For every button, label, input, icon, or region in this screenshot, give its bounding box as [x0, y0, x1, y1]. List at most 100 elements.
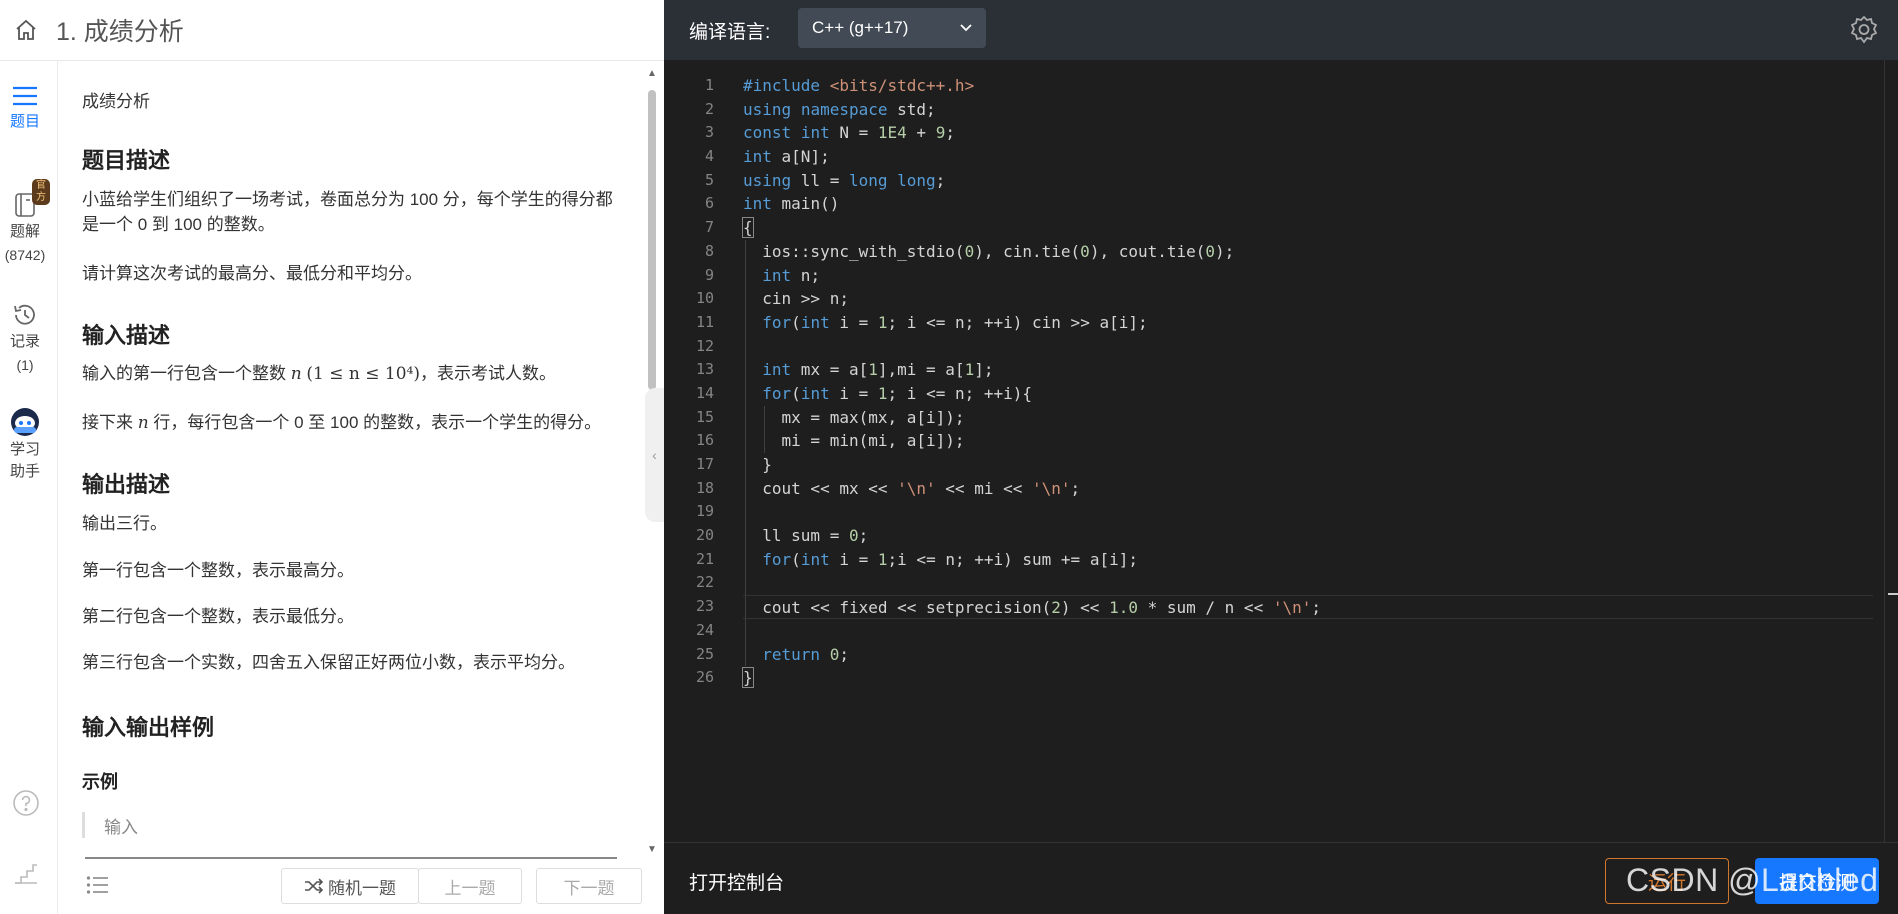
scroll-down-arrow[interactable]: ▼: [647, 844, 657, 855]
records-count: (1): [16, 357, 34, 373]
help-button[interactable]: [12, 789, 40, 822]
line-number: 20: [695, 526, 714, 545]
code-line: cout << mx << '\n' << mi << '\n';: [743, 476, 1873, 501]
line-number: 24: [695, 620, 714, 639]
line-number: 23: [695, 597, 714, 616]
line-number: 10: [695, 289, 714, 308]
line-number: 2: [704, 99, 714, 118]
line-number: 9: [704, 265, 714, 284]
line-number: 19: [695, 502, 714, 521]
chevron-down-icon: [960, 24, 972, 32]
official-badge: 官方: [32, 179, 50, 205]
code-line: #include <bits/stdc++.h>: [743, 76, 975, 95]
code-line: ios::sync_with_stdio(0), cin.tie(0), cou…: [743, 239, 1873, 264]
solution-count: (8742): [4, 247, 46, 263]
code-line: for(int i = 1; i <= n; ++i) cin >> a[i];: [743, 310, 1873, 335]
code-line: using namespace std;: [743, 99, 936, 119]
output-p4: 第三行包含一个实数，四舍五入保留正好两位小数，表示平均分。: [82, 653, 575, 672]
input-p2-after: 行，每行包含一个 0 至 100 的整数，表示一个学生的得分。: [148, 413, 602, 432]
settings-button[interactable]: [1848, 14, 1880, 51]
code-line: int mx = a[1],mi = a[1];: [743, 358, 1873, 382]
editor-cursor-marker: [1888, 593, 1898, 595]
code-line: return 0;: [743, 642, 1873, 667]
nav-item-assistant[interactable]: 学习 助手: [0, 407, 50, 481]
code-line: using ll = long long;: [743, 170, 946, 190]
code-line: ll sum = 0;: [743, 524, 1873, 548]
page-title: 1. 成绩分析: [56, 18, 184, 46]
language-label: 编译语言:: [689, 22, 771, 43]
random-problem-button[interactable]: 随机一题: [281, 868, 419, 904]
description-p1: 小蓝给学生们组织了一场考试，卷面总分为 100 分，每个学生的得分都是一个 0 …: [82, 190, 613, 234]
next-problem-button[interactable]: 下一题: [536, 868, 642, 904]
nav-item-problem[interactable]: 题目: [0, 83, 50, 131]
line-number: 15: [695, 407, 714, 426]
question-icon: [13, 790, 39, 816]
line-number: 11: [695, 312, 714, 331]
scroll-up-arrow[interactable]: ▲: [647, 68, 657, 79]
shuffle-icon: [305, 878, 324, 894]
nav-item-solution[interactable]: 官方 题解 (8742): [0, 179, 50, 263]
code-line: mi = min(mi, a[i]);: [743, 429, 1873, 453]
prev-problem-button[interactable]: 上一题: [418, 868, 522, 904]
side-nav: 题目 官方 题解 (8742) 记录 (1) 学习 助手: [0, 61, 58, 914]
output-p3: 第二行包含一个整数，表示最低分。: [82, 607, 354, 626]
example-heading: 示例: [82, 772, 118, 792]
line-number-gutter: 1 2 3 4 5 6 7 8 9 10 11 12 13 14 15 16 17 18 19 20 21 22 23 24 2…: [664, 74, 714, 690]
sample-input-label: 输入: [104, 818, 138, 837]
code-line: int n;: [743, 263, 1873, 288]
input-p1-var: n: [290, 364, 302, 384]
language-select[interactable]: C++ (g++17): [798, 8, 986, 48]
open-console-button[interactable]: 打开控制台: [689, 868, 784, 895]
scroll-thumb[interactable]: [648, 90, 656, 390]
line-number: 13: [695, 360, 714, 379]
collapse-panel-handle[interactable]: ‹: [645, 388, 664, 522]
input-p1-before: 输入的第一行包含一个整数: [82, 364, 291, 383]
next-problem-label: 下一题: [563, 878, 615, 898]
line-number: 18: [695, 478, 714, 497]
editor-scrollbar[interactable]: [1884, 60, 1898, 842]
code-area[interactable]: #include <bits/stdc++.h> using namespace…: [742, 74, 1873, 690]
menu-list-icon: [86, 876, 108, 894]
gear-icon: [1850, 15, 1878, 44]
code-editor[interactable]: 1 2 3 4 5 6 7 8 9 10 11 12 13 14 15 16 17 18 19 20 21 22 23 24 2…: [664, 60, 1898, 842]
nav-item-records[interactable]: 记录 (1): [0, 301, 50, 373]
line-number: 22: [695, 573, 714, 592]
problem-panel: 1. 成绩分析 题目 官方 题解 (8742) 记录 (1) 学习 助手 成绩分…: [0, 0, 664, 914]
prev-problem-label: 上一题: [444, 878, 496, 898]
robot-icon: [11, 408, 39, 436]
watermark: CSDN @Lanbled: [1626, 862, 1879, 898]
code-line: const int N = 1E4 + 9;: [743, 123, 955, 143]
input-p1-after: ，表示考试人数。: [420, 364, 557, 383]
line-number: 3: [704, 123, 714, 142]
code-line: for(int i = 1;i <= n; ++i) sum += a[i];: [743, 547, 1873, 572]
editor-footer: 打开控制台 运行 提交检测 CSDN @Lanbled: [664, 842, 1898, 914]
line-number: 12: [695, 336, 714, 355]
description-heading: 题目描述: [82, 148, 171, 173]
sample-heading: 输入输出样例: [82, 715, 215, 740]
description-p2: 请计算这次考试的最高分、最低分和平均分。: [82, 264, 422, 283]
history-icon: [14, 304, 35, 325]
code-line: }: [743, 453, 1873, 477]
code-line: int a[N];: [743, 147, 830, 167]
nav-label-solution: 题解: [9, 223, 40, 240]
input-heading: 输入描述: [82, 323, 171, 348]
line-number: 4: [704, 147, 714, 166]
code-line: for(int i = 1; i <= n; ++i){: [743, 381, 1873, 406]
stairs-icon: [15, 864, 37, 884]
nav-label-assistant-1: 学习: [9, 441, 40, 458]
code-line: int main(): [743, 194, 840, 214]
code-line: [743, 500, 1873, 525]
stairs-button[interactable]: [12, 858, 40, 891]
home-icon: [16, 19, 36, 40]
line-number: 14: [695, 383, 714, 402]
list-icon: [13, 86, 37, 106]
code-line: mx = max(mx, a[i]);: [743, 405, 1873, 430]
line-number: 6: [704, 194, 714, 213]
problem-list-button[interactable]: [86, 875, 110, 900]
output-heading: 输出描述: [82, 472, 171, 497]
editor-panel: 编译语言: C++ (g++17) 1 2 3 4 5 6 7 8 9 10 11 12 13 14 15 1…: [664, 0, 1898, 914]
code-line: }: [742, 667, 754, 689]
home-button[interactable]: [0, 0, 52, 61]
random-problem-label: 随机一题: [328, 878, 396, 898]
problem-header: 1. 成绩分析: [0, 0, 664, 61]
